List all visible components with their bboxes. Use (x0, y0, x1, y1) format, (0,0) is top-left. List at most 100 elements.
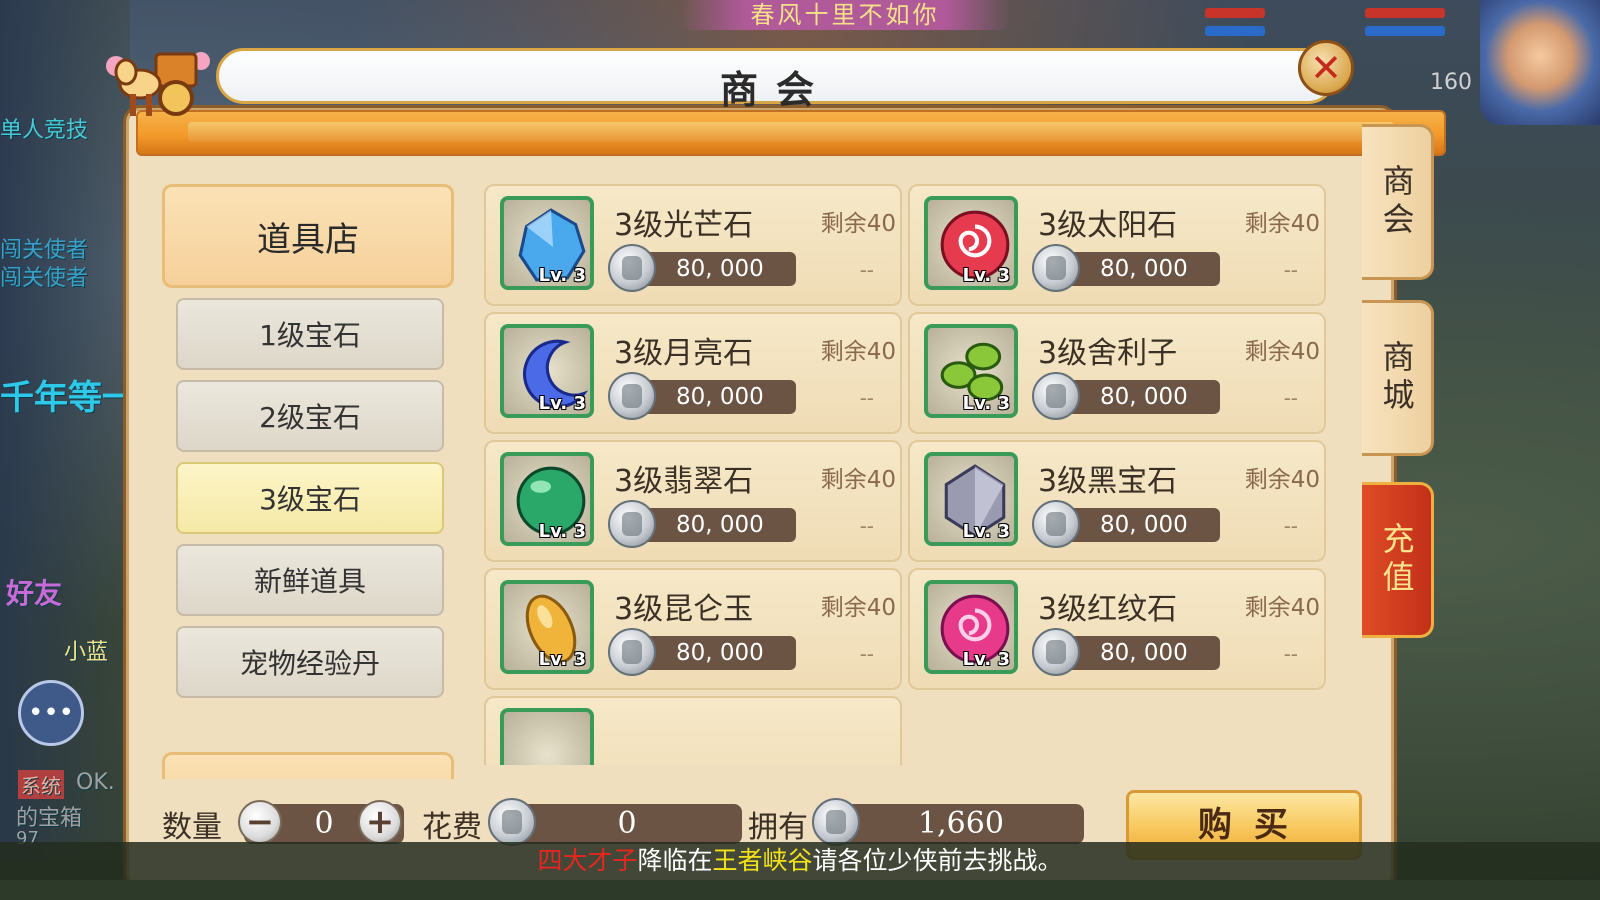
item-name: 3级舍利子 (1038, 336, 1178, 371)
item-name: 3级红纹石 (1038, 592, 1178, 627)
silver-coin-icon (608, 628, 656, 676)
item-level-badge: Lv. 3 (962, 649, 1010, 670)
item-name: 3级翡翠石 (614, 464, 754, 499)
silver-coin-icon (608, 372, 656, 420)
shop-item-card[interactable]: Lv. 3 3级翡翠石 剩余40 80, 000 -- (484, 440, 902, 562)
shop-item-card[interactable]: Lv. 3 3级黑宝石 剩余40 80, 000 -- (908, 440, 1326, 562)
item-discount-dash: -- (1283, 514, 1298, 538)
bottom-strip (0, 880, 1600, 900)
system-announcement: 四大才子降临在王者峡谷请各位少侠前去挑战。 (0, 842, 1600, 880)
item-discount-dash: -- (859, 642, 874, 666)
item-icon-frame: Lv. 3 (924, 580, 1018, 674)
announcement-location: 王者峡谷 (712, 846, 813, 875)
quantity-increase-button[interactable]: + (358, 800, 402, 844)
item-level-badge: Lv. 3 (962, 393, 1010, 414)
item-level-badge: Lv. 3 (962, 265, 1010, 286)
silver-coin-icon (1032, 500, 1080, 548)
pet-hp-bar (1365, 8, 1445, 18)
hp-bar (1205, 8, 1265, 18)
item-icon-frame: Lv. 3 (924, 452, 1018, 546)
item-remaining-count: 剩余40 (1244, 467, 1320, 493)
silver-coin-icon (812, 798, 860, 846)
announcement-text: 降临在 (637, 846, 713, 875)
item-remaining-count: 剩余40 (820, 211, 896, 237)
menu-category-next[interactable] (162, 752, 454, 779)
item-price: 80, 000 (1056, 252, 1220, 286)
bg-label-friends: 好友 (6, 577, 63, 610)
menu-item-gem-level-3[interactable]: 3级宝石 (176, 462, 444, 534)
cost-value: 0 (512, 804, 742, 844)
shop-item-card[interactable]: Lv. 3 3级月亮石 剩余40 80, 000 -- (484, 312, 902, 434)
menu-item-gem-level-1[interactable]: 1级宝石 (176, 298, 444, 370)
owned-label: 拥有 (748, 810, 808, 845)
shop-item-card[interactable]: Lv. 3 3级光芒石 剩余40 80, 000 -- (484, 184, 902, 306)
silver-coin-icon (488, 798, 536, 846)
title-bar: 商会 (216, 48, 1336, 112)
item-icon-frame: Lv. 3 (500, 196, 594, 290)
bg-label-system: 系统 (18, 770, 64, 799)
item-remaining-count: 剩余40 (1244, 211, 1320, 237)
player-avatar[interactable] (1480, 0, 1600, 125)
item-price: 80, 000 (632, 380, 796, 414)
announcement-text-end: 请各位少侠前去挑战。 (812, 846, 1063, 875)
item-remaining-count: 剩余40 (1244, 595, 1320, 621)
item-name: 3级太阳石 (1038, 208, 1178, 243)
player-level: 160 (1430, 70, 1472, 95)
item-discount-dash: -- (859, 258, 874, 282)
item-remaining-count: 剩余40 (820, 339, 896, 365)
bg-label-player-name: 小蓝 (64, 640, 109, 665)
quantity-decrease-button[interactable]: − (238, 800, 282, 844)
item-price: 80, 000 (1056, 636, 1220, 670)
item-icon-frame (500, 708, 594, 765)
item-discount-dash: -- (1283, 386, 1298, 410)
shop-item-card[interactable]: Lv. 3 3级舍利子 剩余40 80, 000 -- (908, 312, 1326, 434)
bg-label-ok: OK. (76, 770, 115, 795)
item-price: 80, 000 (632, 508, 796, 542)
category-menu: 道具店 1级宝石 2级宝石 3级宝石 新鲜道具 宠物经验丹 (162, 184, 454, 779)
item-remaining-count: 剩余40 (820, 467, 896, 493)
bg-label-event: 千年等一 (0, 378, 136, 418)
chat-button[interactable]: ••• (18, 680, 84, 746)
item-price: 80, 000 (1056, 508, 1220, 542)
item-name: 3级黑宝石 (1038, 464, 1178, 499)
announcement-boss-name: 四大才子 (537, 846, 638, 875)
item-name: 3级光芒石 (614, 208, 754, 243)
item-icon-frame: Lv. 3 (924, 324, 1018, 418)
tab-chamber-of-commerce[interactable]: 商会 (1362, 124, 1434, 280)
silver-coin-icon (1032, 244, 1080, 292)
item-discount-dash: -- (1283, 258, 1298, 282)
silver-coin-icon (1032, 372, 1080, 420)
close-icon: ✕ (1310, 46, 1342, 90)
item-icon-frame: Lv. 3 (924, 196, 1018, 290)
menu-item-gem-level-2[interactable]: 2级宝石 (176, 380, 444, 452)
owned-value: 1,660 (838, 804, 1084, 844)
item-discount-dash: -- (1283, 642, 1298, 666)
silver-coin-icon (1032, 628, 1080, 676)
item-icon-frame: Lv. 3 (500, 452, 594, 546)
item-price: 80, 000 (632, 252, 796, 286)
tab-mall[interactable]: 商城 (1362, 300, 1434, 456)
item-icon-frame: Lv. 3 (500, 580, 594, 674)
shop-dialog: 商会 ✕ 道具店 1级宝石 2级宝石 3级宝石 新鲜道具 宠物经验丹 Lv. 3… (106, 40, 1446, 888)
silver-coin-icon (608, 500, 656, 548)
menu-category-item-shop[interactable]: 道具店 (162, 184, 454, 288)
item-name: 3级昆仑玉 (614, 592, 754, 627)
chat-icon: ••• (27, 698, 74, 728)
shop-item-card[interactable]: Lv. 3 3级昆仑玉 剩余40 80, 000 -- (484, 568, 902, 690)
item-remaining-count: 剩余40 (1244, 339, 1320, 365)
tab-recharge[interactable]: 充值 (1362, 482, 1434, 638)
item-level-badge: Lv. 3 (538, 521, 586, 542)
shop-item-card-partial[interactable] (484, 696, 902, 765)
menu-item-fresh-items[interactable]: 新鲜道具 (176, 544, 444, 616)
close-button[interactable]: ✕ (1298, 40, 1354, 96)
bg-label-envoy-2: 闯关使者 (0, 266, 89, 291)
silver-coin-icon (608, 244, 656, 292)
shop-item-card[interactable]: Lv. 3 3级太阳石 剩余40 80, 000 -- (908, 184, 1326, 306)
top-banner: 春风十里不如你 (680, 0, 1010, 30)
item-level-badge: Lv. 3 (962, 521, 1010, 542)
shop-item-card[interactable]: Lv. 3 3级红纹石 剩余40 80, 000 -- (908, 568, 1326, 690)
plus-icon: + (365, 802, 395, 842)
menu-item-pet-exp-pill[interactable]: 宠物经验丹 (176, 626, 444, 698)
minus-icon: − (245, 802, 275, 842)
item-icon-frame: Lv. 3 (500, 324, 594, 418)
